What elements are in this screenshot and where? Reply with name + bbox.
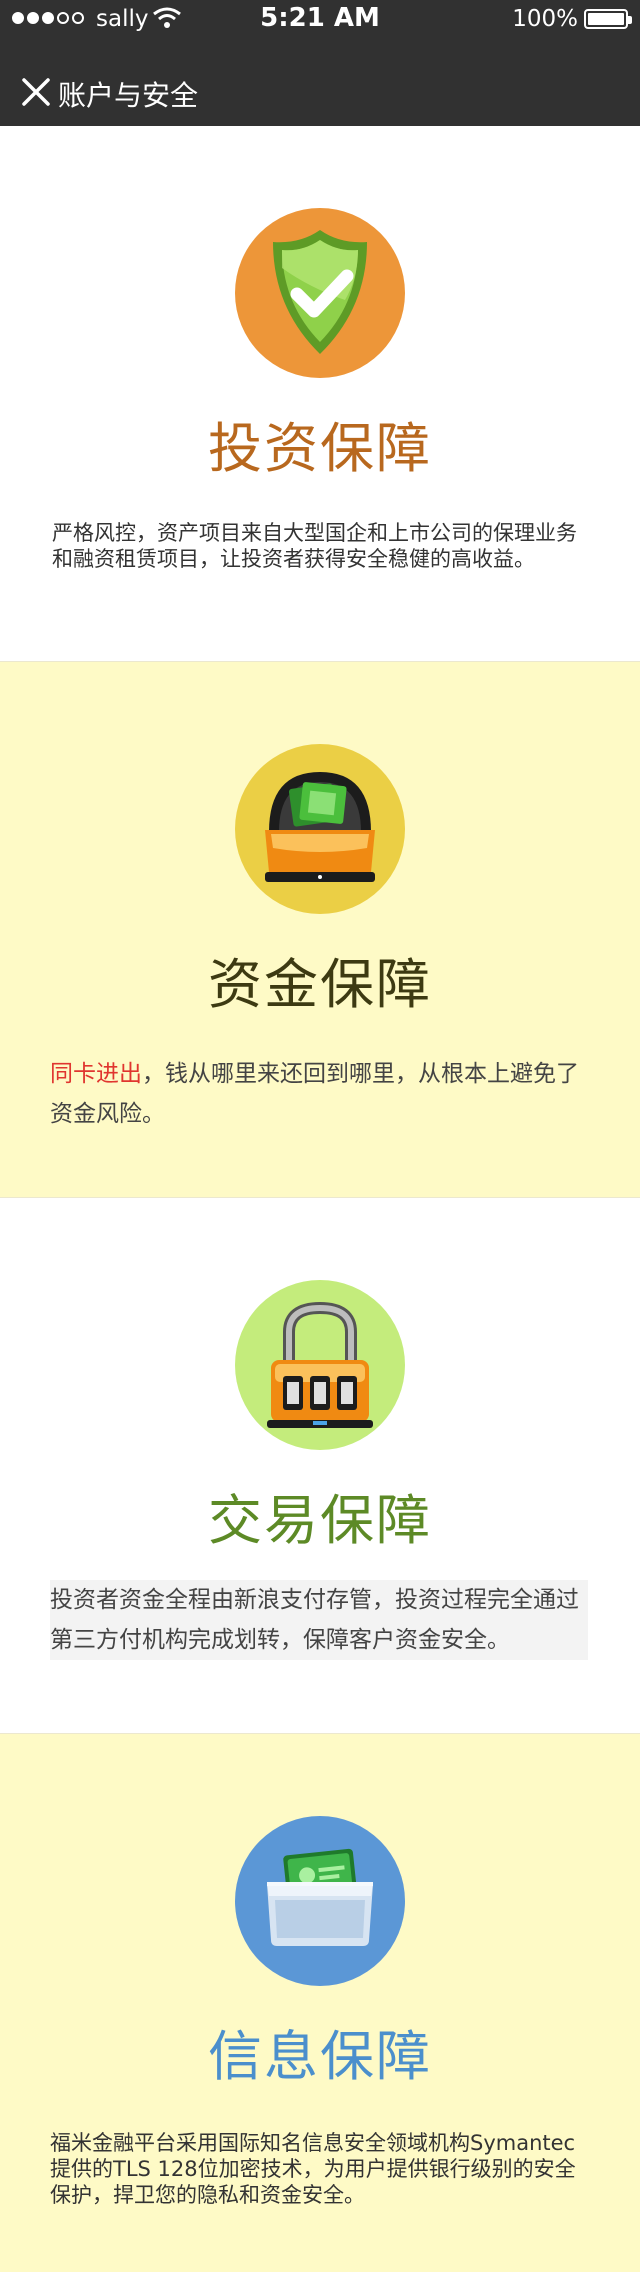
close-icon[interactable] — [20, 76, 52, 108]
combination-lock-icon — [235, 1280, 405, 1450]
section-description: 同卡进出，钱从哪里来还回到哪里，从根本上避免了资金风险。 — [50, 1054, 590, 1134]
section-description: 福米金融平台采用国际知名信息安全领域机构Symantec提供的TLS 128位加… — [50, 2131, 576, 2207]
money-box-icon — [235, 744, 405, 914]
battery-icon — [584, 9, 632, 29]
page-title: 账户与安全 — [58, 79, 199, 112]
investment-guarantee-section: 投资保障 严格风控，资产项目来自大型国企和上市公司的保理业务和融资租赁项目，让投… — [0, 126, 640, 662]
top-bar: sally 5:21 AM 100% 账户与安全 — [0, 0, 640, 126]
shield-check-icon — [235, 208, 405, 378]
section-title: 交易保障 — [208, 1489, 432, 1552]
fund-guarantee-section: 资金保障 同卡进出，钱从哪里来还回到哪里，从根本上避免了资金风险。 — [0, 662, 640, 1198]
information-guarantee-section: 信息保障 福米金融平台采用国际知名信息安全领域机构Symantec提供的TLS … — [0, 1734, 640, 2272]
nav-bar: 账户与安全 — [0, 62, 640, 126]
section-description: 严格风控，资产项目来自大型国企和上市公司的保理业务和融资租赁项目，让投资者获得安… — [52, 521, 577, 571]
status-bar: sally 5:21 AM 100% — [0, 0, 640, 40]
section-description: 投资者资金全程由新浪支付存管，投资过程完全通过第三方付机构完成划转，保障客户资金… — [50, 1580, 588, 1660]
section-title: 投资保障 — [208, 417, 432, 480]
highlight-text: 同卡进出 — [50, 1061, 142, 1087]
section-title: 资金保障 — [208, 953, 432, 1016]
battery-percent: 100% — [512, 6, 578, 32]
transaction-guarantee-section: 交易保障 投资者资金全程由新浪支付存管，投资过程完全通过第三方付机构完成划转，保… — [0, 1198, 640, 1734]
section-title: 信息保障 — [208, 2025, 432, 2088]
wallet-icon — [235, 1816, 405, 1986]
